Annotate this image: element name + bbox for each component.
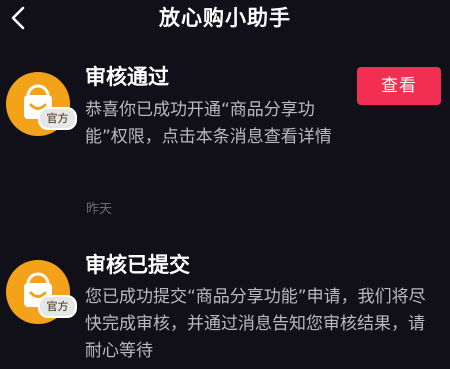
view-button[interactable]: 查看 <box>357 67 441 105</box>
official-badge: 官方 <box>38 295 77 318</box>
message-item-approved[interactable]: 官方 审核通过 恭喜你已成功开通“商品分享功能”权限，点击本条消息查看详情 昨天… <box>0 60 450 230</box>
message-timestamp: 昨天 <box>86 202 113 217</box>
top-nav-bar: 放心购小助手 <box>0 0 450 40</box>
message-item-submitted[interactable]: 官方 审核已提交 您已成功提交“商品分享功能”申请，我们将尽快完成审核，并通过消… <box>0 248 450 369</box>
message-body: 您已成功提交“商品分享功能”申请，我们将尽快完成审核，并通过消息告知您审核结果，… <box>85 287 426 361</box>
official-badge: 官方 <box>38 107 77 130</box>
message-body: 恭喜你已成功开通“商品分享功能”权限，点击本条消息查看详情 <box>85 100 332 147</box>
message-title: 审核通过 <box>85 65 169 89</box>
message-title: 审核已提交 <box>85 253 190 277</box>
page-title: 放心购小助手 <box>159 6 291 30</box>
